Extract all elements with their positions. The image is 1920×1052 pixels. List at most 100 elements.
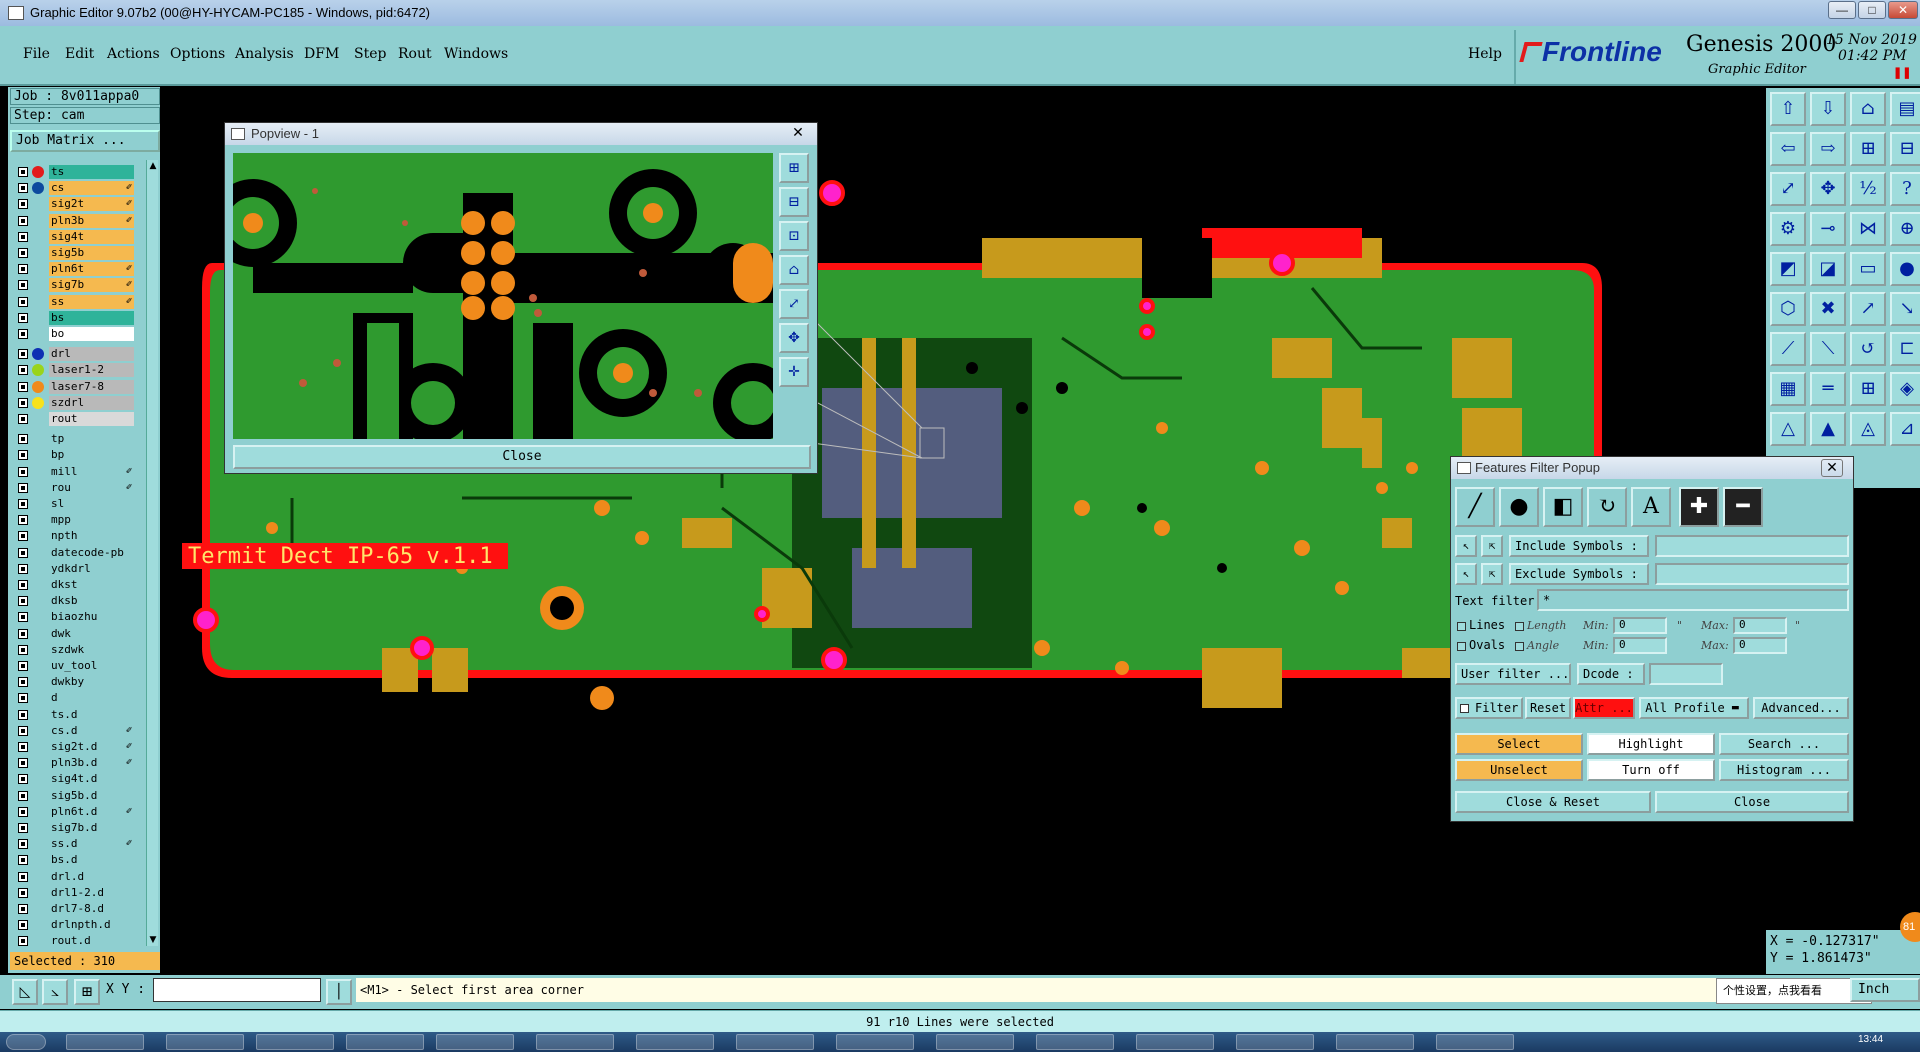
layer-checkbox[interactable]: [18, 231, 28, 242]
pan-icon[interactable]: ✥: [1810, 172, 1846, 206]
layer-name[interactable]: rou ✐: [49, 480, 134, 495]
unselect-button[interactable]: Unselect: [1455, 759, 1583, 781]
taskbar-item[interactable]: [1336, 1034, 1414, 1050]
layer-row[interactable]: drl7-8.d: [12, 902, 134, 916]
taskbar-item[interactable]: [936, 1034, 1014, 1050]
layer-checkbox[interactable]: [18, 466, 28, 477]
layer-name[interactable]: drl1-2.d: [49, 885, 134, 900]
taskbar-item[interactable]: [1136, 1034, 1214, 1050]
layer-name[interactable]: sig2t.d ✐: [49, 740, 134, 754]
layer-checkbox[interactable]: [18, 248, 28, 258]
layer-name[interactable]: sig4t: [49, 229, 134, 244]
user-filter-button[interactable]: User filter ...: [1455, 663, 1571, 685]
layer-name[interactable]: bp: [49, 448, 134, 463]
layer-name[interactable]: ss.d ✐: [49, 837, 134, 852]
layer-row[interactable]: rout.d: [12, 934, 134, 949]
exclude-arrow-icon[interactable]: ↖: [1455, 563, 1477, 585]
layer-row[interactable]: drl: [12, 347, 134, 362]
layer-checkbox[interactable]: [18, 482, 28, 493]
menu-step[interactable]: Step: [354, 46, 386, 62]
arc-icon[interactable]: ↺: [1850, 332, 1886, 366]
negative-polarity-icon[interactable]: ━: [1723, 487, 1763, 527]
layer-checkbox[interactable]: [18, 774, 28, 785]
layer-row[interactable]: biaozhu: [12, 610, 134, 625]
scroll-down-icon[interactable]: ▼: [147, 934, 159, 946]
measure-icon[interactable]: ⦣: [42, 979, 68, 1005]
layer-checkbox[interactable]: [18, 349, 28, 360]
scale-icon[interactable]: ½: [1850, 172, 1886, 206]
layer-checkbox[interactable]: [18, 167, 28, 177]
taskbar-item[interactable]: [166, 1034, 244, 1050]
exclude-list-icon[interactable]: ⇱: [1481, 563, 1503, 585]
length-min-input[interactable]: 0: [1613, 617, 1667, 634]
layer-checkbox[interactable]: [18, 596, 28, 607]
layer-checkbox[interactable]: [18, 758, 28, 769]
layer-row[interactable]: uv_tool: [12, 659, 134, 673]
layer-row[interactable]: bs.d: [12, 853, 134, 868]
popview-window[interactable]: Popview - 1 ✕ ⊞ ⊟ ⊡ ⌂ ⤢ ✥ ✛ Close: [224, 122, 818, 474]
scroll-up-icon[interactable]: ▲: [147, 160, 159, 172]
layer-checkbox[interactable]: [18, 790, 28, 801]
layer-checkbox[interactable]: [18, 661, 28, 671]
layer-checkbox[interactable]: [18, 531, 28, 542]
layer-name[interactable]: rout.d: [49, 934, 134, 949]
unit-selector[interactable]: Inch: [1850, 978, 1920, 1002]
snap-line-icon[interactable]: ⊸: [1810, 212, 1846, 246]
layer-color-icon[interactable]: [32, 348, 44, 361]
layer-row[interactable]: d: [12, 691, 134, 706]
search-button[interactable]: Search ...: [1719, 733, 1849, 755]
layer-name[interactable]: pln3b.d ✐: [49, 756, 134, 771]
double-line-icon[interactable]: ═: [1810, 372, 1846, 406]
layer-row[interactable]: datecode-pb: [12, 545, 134, 560]
layer-checkbox[interactable]: [18, 296, 28, 307]
layer-row[interactable]: pln6t ✐: [12, 262, 134, 277]
popview-home-icon[interactable]: ⌂: [779, 255, 809, 285]
help-icon[interactable]: ?: [1890, 172, 1920, 206]
fit-icon[interactable]: ⤢: [1770, 172, 1806, 206]
features-filter-popup[interactable]: Features Filter Popup ✕ ╱ ● ◧ ↻ A ✚ ━ ↖ …: [1450, 456, 1854, 822]
layer-name[interactable]: drl: [49, 347, 134, 362]
layer-checkbox[interactable]: [18, 397, 28, 408]
connect-icon[interactable]: ⋈: [1850, 212, 1886, 246]
turn-off-button[interactable]: Turn off: [1587, 759, 1715, 781]
maximize-button[interactable]: □: [1858, 1, 1886, 19]
popview-pan-icon[interactable]: ⊡: [779, 221, 809, 251]
layer-name[interactable]: tp: [49, 432, 134, 447]
taskbar-item[interactable]: [66, 1034, 144, 1050]
layer-row[interactable]: sig4t: [12, 229, 134, 244]
layer-row[interactable]: mill ✐: [12, 464, 134, 479]
triangle-mark-icon[interactable]: ◬: [1850, 412, 1886, 446]
layer-name[interactable]: dwkby: [49, 675, 134, 690]
menu-options[interactable]: Options: [170, 46, 225, 62]
layers-icon[interactable]: ▤: [1890, 92, 1920, 126]
taskbar-item[interactable]: [1236, 1034, 1314, 1050]
layer-name[interactable]: ss ✐: [49, 294, 134, 309]
layer-name[interactable]: dwk: [49, 626, 134, 641]
right-triangle-icon[interactable]: ⊿: [1890, 412, 1920, 446]
layer-row[interactable]: pln6t.d ✐: [12, 804, 134, 819]
layer-name[interactable]: ydkdrl: [49, 561, 134, 576]
popview-canvas[interactable]: [233, 153, 773, 439]
histogram-button[interactable]: Histogram ...: [1719, 759, 1849, 781]
bracket-icon[interactable]: ⊏: [1890, 332, 1920, 366]
layer-row[interactable]: dwkby: [12, 675, 134, 690]
reset-button[interactable]: Reset: [1525, 697, 1571, 719]
layer-color-icon[interactable]: [32, 380, 44, 393]
layer-checkbox[interactable]: [18, 563, 28, 574]
layer-name[interactable]: szdwk: [49, 642, 134, 657]
angle-checkbox[interactable]: [1515, 642, 1524, 651]
layer-checkbox[interactable]: [18, 904, 28, 914]
shape-icon[interactable]: ⬡: [1770, 292, 1806, 326]
layer-checkbox[interactable]: [18, 612, 28, 623]
layer-checkbox[interactable]: [18, 264, 28, 275]
ime-tooltip[interactable]: 个性设置，点我看看: [1716, 978, 1872, 1004]
layer-row[interactable]: bs: [12, 310, 134, 325]
layer-name[interactable]: sl: [49, 497, 134, 511]
attr-button[interactable]: Attr ...: [1573, 697, 1635, 719]
menu-rout[interactable]: Rout: [398, 46, 432, 62]
taskbar-item[interactable]: [1036, 1034, 1114, 1050]
layer-checkbox[interactable]: [18, 434, 28, 445]
layer-checkbox[interactable]: [18, 381, 28, 392]
xy-separator-icon[interactable]: │: [326, 979, 352, 1005]
popview-fit-icon[interactable]: ⤢: [779, 289, 809, 319]
